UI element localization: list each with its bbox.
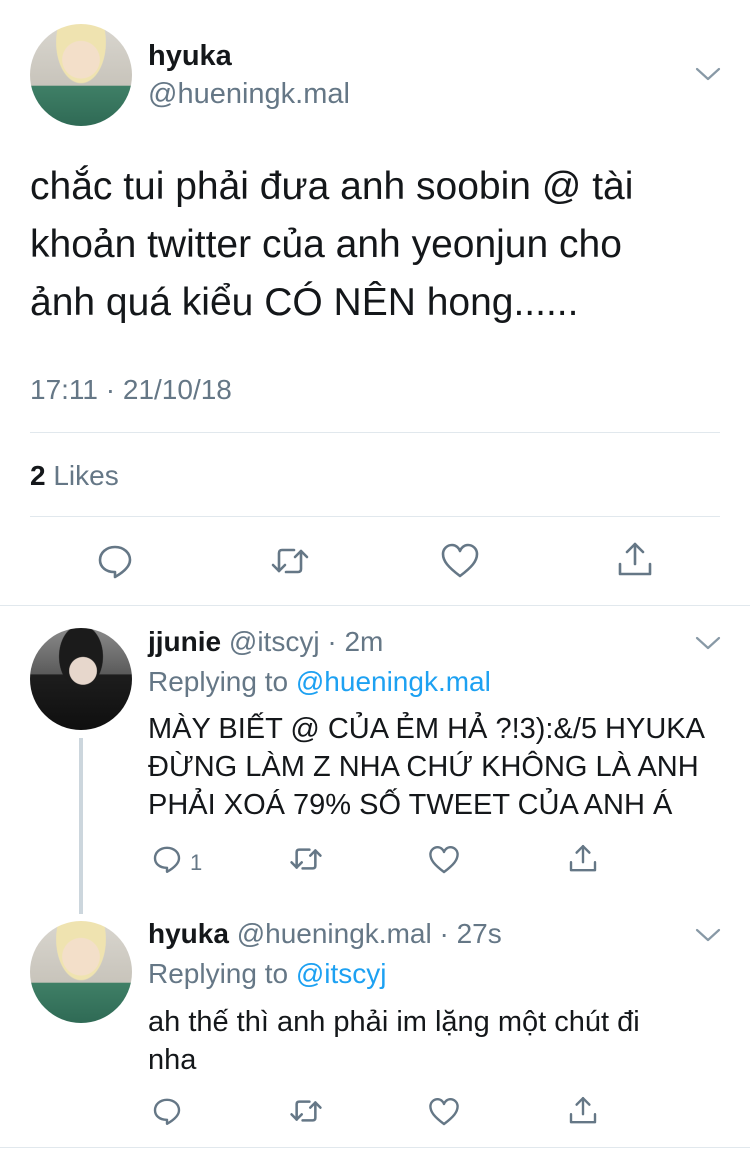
author-name[interactable]: jjunie [148,626,221,657]
divider [30,516,720,517]
share-icon [569,1097,597,1124]
author-name[interactable]: hyuka [148,40,232,73]
avatar[interactable] [30,628,132,730]
likes-count: 2 [30,460,46,491]
reply-header: hyuka @hueningk.mal · 27s [148,918,502,950]
reply-button[interactable] [150,1094,184,1128]
section-divider [0,605,750,606]
like-button[interactable] [440,541,480,581]
reply-button[interactable] [95,541,135,581]
share-icon [618,542,652,576]
reply-text-line: ĐỪNG LÀM Z NHA CHỨ KHÔNG LÀ ANH [148,751,699,783]
like-button[interactable] [427,1095,461,1129]
retweet-icon [290,1100,322,1122]
reply-time: · 27s [439,918,502,949]
reply-header: jjunie @itscyj · 2m [148,626,383,658]
retweet-icon [290,848,322,870]
reply-text: ah thế thì anh phải im lặng một chút đi … [148,1003,640,1079]
replying-to: Replying to @itscyj [148,958,387,990]
replying-to-link[interactable]: @hueningk.mal [296,666,491,697]
heart-icon [429,1098,459,1126]
reply-text-line: MÀY BIẾT @ CỦA ẺM HẢ ?!3):&/5 HYUKA [148,713,705,745]
avatar[interactable] [30,24,132,126]
retweet-button[interactable] [289,842,323,876]
reply-icon [98,545,132,579]
share-button[interactable] [566,842,600,876]
reply-text-line: PHẢI XOÁ 79% SỐ TWEET CỦA ANH Á [148,789,673,821]
tweet-timestamp[interactable]: 17:11 · 21/10/18 [30,374,232,406]
chevron-down-icon[interactable] [695,635,721,651]
chevron-down-icon[interactable] [695,66,721,82]
share-button[interactable] [566,1094,600,1128]
thread-line [79,738,83,914]
divider [30,432,720,433]
section-divider [0,1147,750,1148]
reply-time: · 2m [327,626,384,657]
author-handle[interactable]: @hueningk.mal [148,78,350,111]
reply-icon [153,846,181,873]
chevron-down-icon[interactable] [695,927,721,943]
tweet-text: chắc tui phải đưa anh soobin @ tài khoản… [30,158,633,332]
reply-button[interactable] [150,842,184,876]
heart-icon [429,846,459,874]
retweet-button[interactable] [289,1094,323,1128]
replying-to-link[interactable]: @itscyj [296,958,387,989]
heart-icon [441,543,479,578]
retweet-icon [271,548,309,574]
replying-to: Replying to @hueningk.mal [148,666,491,698]
reply-count: 1 [190,850,203,875]
reply-text: MÀY BIẾT @ CỦA ẺM HẢ ?!3):&/5 HYUKA ĐỪNG… [148,710,705,824]
author-handle[interactable]: @itscyj [229,626,320,657]
author-handle[interactable]: @hueningk.mal [237,918,432,949]
tweet-text-line: ảnh quá kiểu CÓ NÊN hong...... [30,281,579,324]
reply-text-line: nha [148,1044,197,1076]
tweet-text-line: khoản twitter của anh yeonjun cho [30,223,622,266]
like-button[interactable] [427,843,461,877]
retweet-button[interactable] [270,541,310,581]
share-icon [569,845,597,872]
reply-icon [153,1098,181,1125]
author-name[interactable]: hyuka [148,918,229,949]
replying-to-label: Replying to [148,666,289,697]
avatar[interactable] [30,921,132,1023]
replying-to-label: Replying to [148,958,289,989]
share-button[interactable] [615,540,655,580]
tweet-text-line: chắc tui phải đưa anh soobin @ tài [30,165,634,208]
likes-label: Likes [53,460,119,491]
reply-text-line: ah thế thì anh phải im lặng một chút đi [148,1006,640,1038]
likes-stat[interactable]: 2 Likes [30,460,119,492]
